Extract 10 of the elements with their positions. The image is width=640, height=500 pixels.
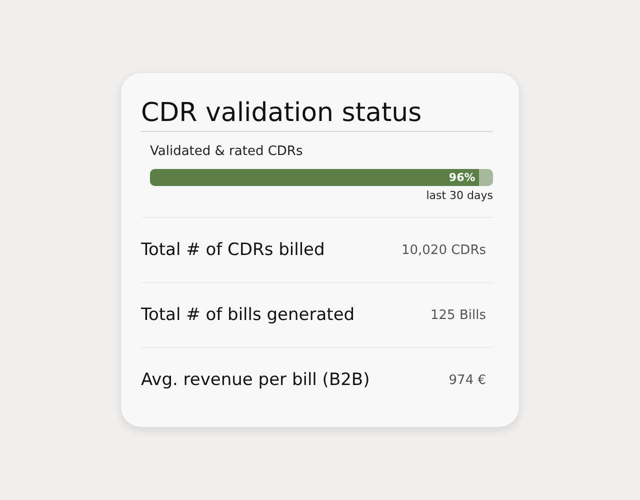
stat-value: 974 €	[448, 372, 487, 388]
stat-value: 125 Bills	[430, 308, 487, 322]
stat-value: 10,020 CDRs	[401, 242, 487, 258]
progress-percentage: 96%	[448, 171, 476, 184]
card-title: CDR validation status	[141, 97, 423, 130]
period-label: last 30 days	[426, 189, 493, 202]
stat-label: Total # of bills generated	[141, 305, 355, 325]
stat-label: Avg. revenue per bill (B2B)	[141, 370, 370, 390]
progress-label: Validated & rated CDRs	[150, 144, 303, 159]
stat-label: Total # of CDRs billed	[141, 240, 325, 260]
